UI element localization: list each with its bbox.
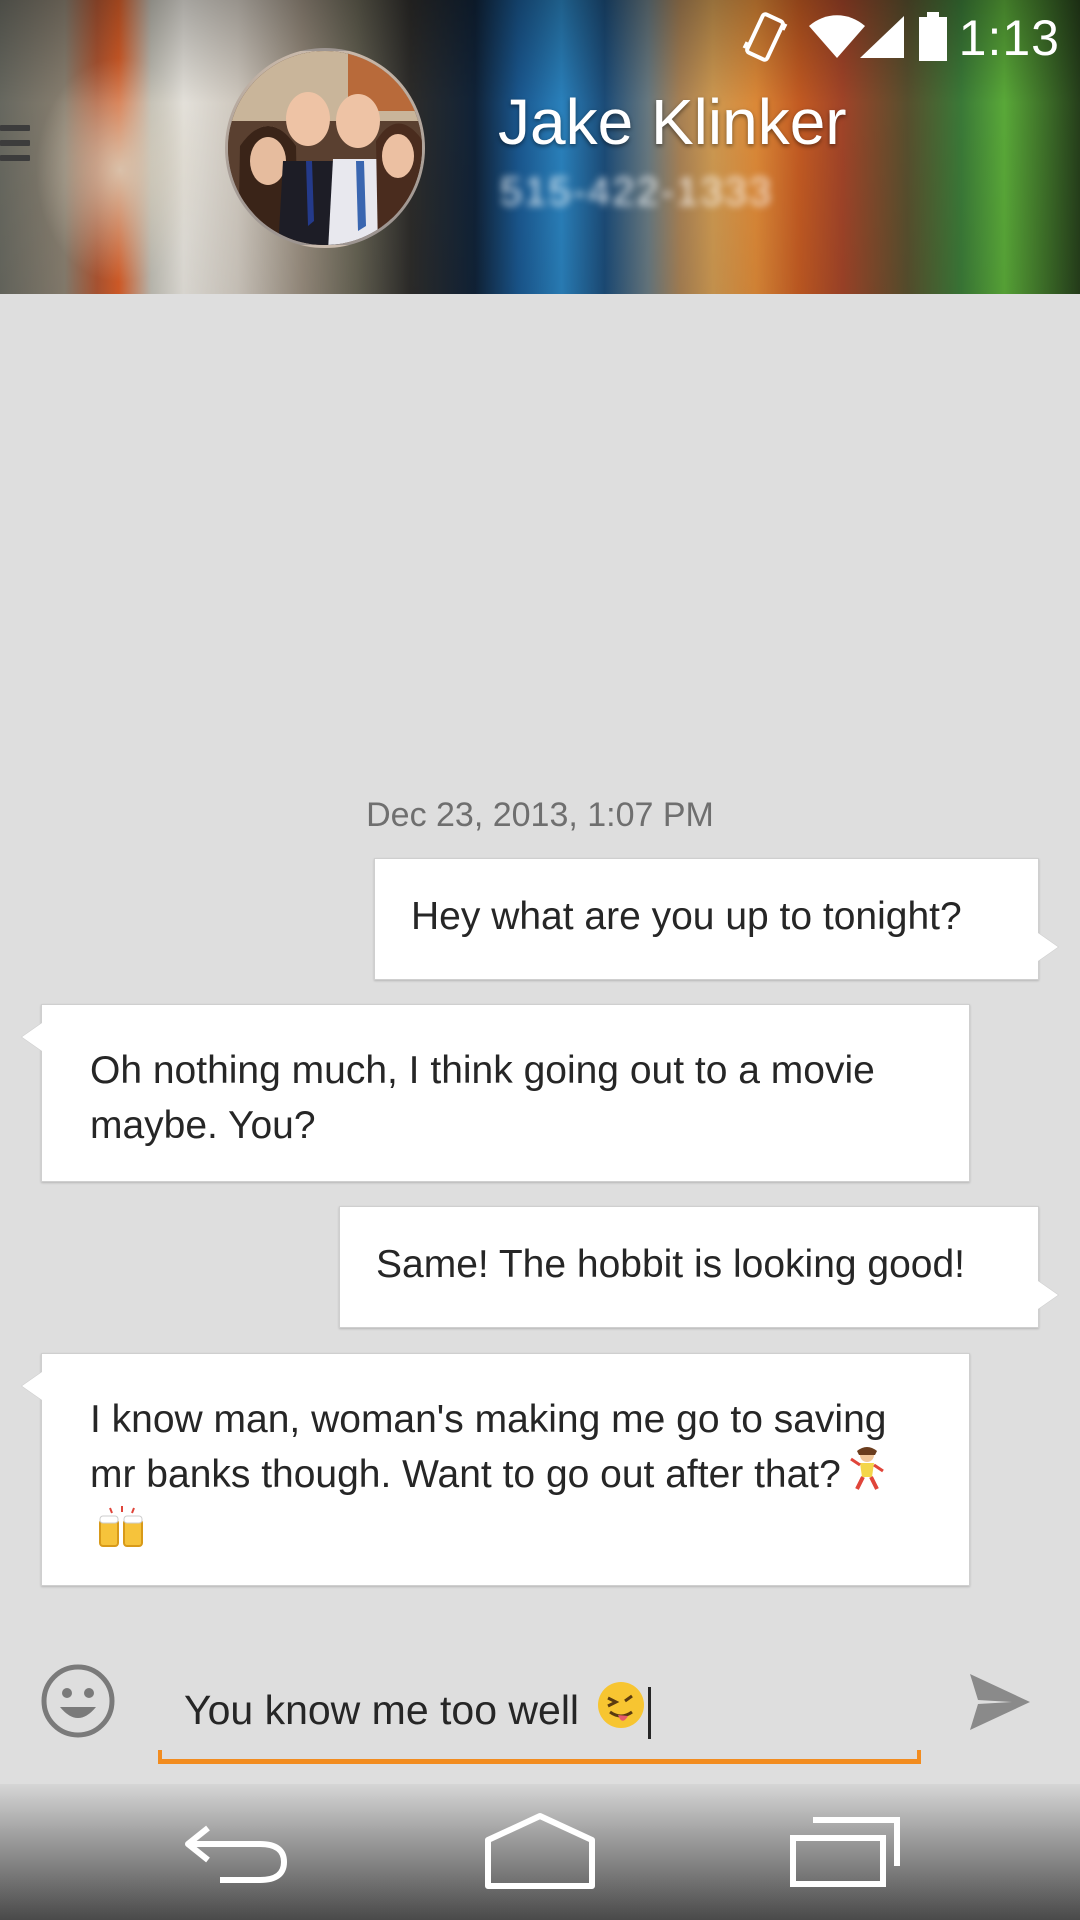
home-icon[interactable] <box>480 1806 600 1896</box>
compose-text: You know me too well <box>184 1680 652 1746</box>
back-icon[interactable] <box>180 1806 300 1896</box>
message-text: Hey what are you up to tonight? <box>411 895 962 938</box>
message-text: Oh nothing much, I think going out to a … <box>90 1049 875 1147</box>
status-bar: 1:13 <box>0 0 1080 75</box>
sent-message-bubble[interactable]: Same! The hobbit is looking good! <box>339 1206 1058 1328</box>
received-message-bubble[interactable]: I know man, woman's making me go to savi… <box>22 1353 970 1586</box>
conversation-header: 1:13 Jake Klinker 515-422-1333 <box>0 0 1080 294</box>
sent-message-bubble[interactable]: Hey what are you up to tonight? <box>374 858 1058 980</box>
message-compose-field[interactable]: You know me too well <box>158 1660 921 1764</box>
text-cursor <box>648 1687 652 1740</box>
battery-icon <box>919 12 947 61</box>
status-time: 1:13 <box>958 10 1060 66</box>
message-text: Same! The hobbit is looking good! <box>376 1243 965 1286</box>
winking-tongue-emoji <box>596 1680 646 1746</box>
bubble-tail <box>22 1372 42 1400</box>
bubble-tail <box>1038 933 1058 961</box>
message-timestamp: Dec 23, 2013, 1:07 PM <box>366 796 714 834</box>
received-message-bubble[interactable]: Oh nothing much, I think going out to a … <box>22 1004 970 1182</box>
dancer-emoji <box>847 1447 887 1506</box>
smiley-icon[interactable] <box>40 1663 116 1739</box>
send-icon[interactable] <box>968 1670 1032 1734</box>
beer-mugs-emoji <box>96 1506 148 1565</box>
message-text-content: I know man, woman's making me go to savi… <box>90 1398 887 1496</box>
vibrate-icon <box>742 12 788 62</box>
bubble-tail <box>22 1023 42 1051</box>
signal-icon <box>860 16 904 58</box>
contact-number: 515-422-1333 <box>500 170 774 214</box>
navigation-bar <box>0 1784 1080 1920</box>
compose-input-text: You know me too well <box>184 1687 580 1733</box>
recents-icon[interactable] <box>785 1806 905 1896</box>
contact-avatar[interactable] <box>225 48 425 248</box>
hamburger-icon[interactable] <box>0 125 30 175</box>
contact-name[interactable]: Jake Klinker <box>498 82 847 162</box>
avatar-photo <box>228 51 422 245</box>
bubble-tail <box>1038 1281 1058 1309</box>
message-text: I know man, woman's making me go to savi… <box>90 1392 921 1565</box>
